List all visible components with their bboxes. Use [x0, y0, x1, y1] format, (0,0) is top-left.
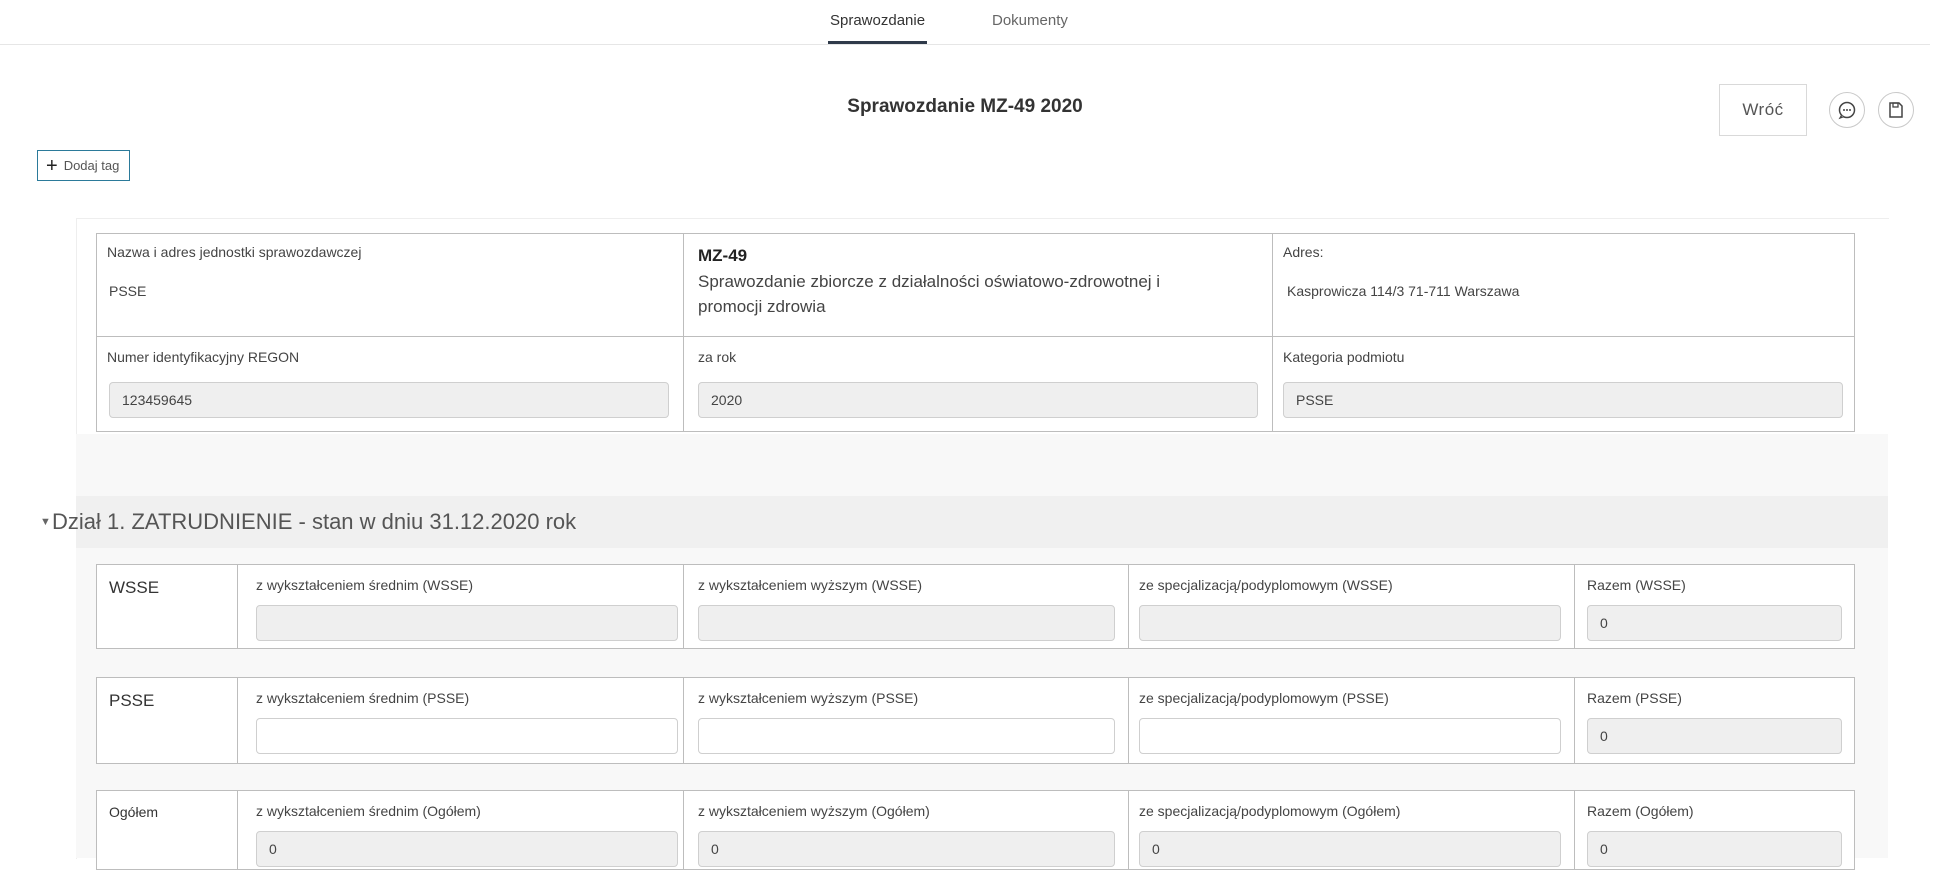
caret-down-icon: ▼ [40, 516, 51, 528]
field-label: z wykształceniem wyższym (PSSE) [698, 690, 919, 706]
tab-sprawozdanie[interactable]: Sprawozdanie [827, 12, 928, 44]
row-label-wsse: WSSE [109, 578, 160, 597]
row-label-cell: Ogółem [96, 790, 238, 870]
row-label-cell: WSSE [96, 564, 238, 649]
field-label: ze specjalizacją/podyplomowym (Ogółem) [1139, 803, 1401, 819]
address-label: Adres: [1283, 244, 1324, 260]
field-cell: z wykształceniem wyższym (PSSE) [683, 677, 1129, 764]
section-header[interactable]: ▼ Dział 1. ZATRUDNIENIE - stan w dniu 31… [40, 496, 1888, 548]
address-cell: Adres: Kasprowicza 114/3 71-711 Warszawa [1272, 233, 1855, 337]
unit-cell: Nazwa i adres jednostki sprawozdawczej P… [96, 233, 684, 337]
unit-label: Nazwa i adres jednostki sprawozdawczej [107, 244, 362, 260]
regon-field[interactable]: 123459645 [109, 382, 669, 418]
year-cell: za rok 2020 [683, 336, 1273, 432]
field-label: z wykształceniem średnim (WSSE) [256, 577, 474, 593]
add-tag-label: Dodaj tag [63, 158, 120, 173]
year-field[interactable]: 2020 [698, 382, 1258, 418]
comment-button[interactable] [1829, 92, 1865, 128]
row-label-psse: PSSE [109, 691, 155, 710]
wsse-srednie-field[interactable] [256, 605, 678, 641]
field-cell: z wykształceniem wyższym (Ogółem) 0 [683, 790, 1129, 870]
wsse-razem-field[interactable]: 0 [1587, 605, 1842, 641]
field-label: Razem (WSSE) [1587, 577, 1686, 593]
tab-dokumenty[interactable]: Dokumenty [992, 12, 1068, 29]
form-description: Sprawozdanie zbiorcze z działalności ośw… [698, 272, 1161, 316]
psse-wyzsze-field[interactable] [698, 718, 1115, 754]
field-cell: Razem (PSSE) 0 [1574, 677, 1855, 764]
plus-icon: + [46, 154, 58, 177]
field-label: z wykształceniem średnim (PSSE) [256, 690, 470, 706]
add-tag-button[interactable]: + Dodaj tag [37, 150, 131, 181]
field-cell: ze specjalizacją/podyplomowym (WSSE) [1128, 564, 1575, 649]
field-label: ze specjalizacją/podyplomowym (WSSE) [1139, 577, 1393, 593]
ogolem-specjalizacja-field[interactable]: 0 [1139, 831, 1561, 867]
wsse-wyzsze-field[interactable] [698, 605, 1115, 641]
field-label: z wykształceniem wyższym (WSSE) [698, 577, 923, 593]
ogolem-wyzsze-field[interactable]: 0 [698, 831, 1115, 867]
field-label: Razem (Ogółem) [1587, 803, 1694, 819]
chat-bubble-icon [1838, 101, 1856, 120]
category-field[interactable]: PSSE [1283, 382, 1843, 418]
field-cell: Razem (WSSE) 0 [1574, 564, 1855, 649]
psse-specjalizacja-field[interactable] [1139, 718, 1561, 754]
save-button[interactable] [1878, 92, 1914, 128]
category-label: Kategoria podmiotu [1283, 349, 1405, 365]
address-value: Kasprowicza 114/3 71-711 Warszawa [1287, 283, 1520, 299]
regon-cell: Numer identyfikacyjny REGON 123459645 [96, 336, 684, 432]
category-cell: Kategoria podmiotu PSSE [1272, 336, 1855, 432]
field-cell: Razem (Ogółem) 0 [1574, 790, 1855, 870]
unit-value: PSSE [109, 283, 147, 299]
field-cell: z wykształceniem średnim (PSSE) [237, 677, 684, 764]
back-button[interactable]: Wróć [1719, 84, 1807, 136]
page-title: Sprawozdanie MZ-49 2020 [847, 96, 1083, 117]
field-cell: ze specjalizacją/podyplomowym (PSSE) [1128, 677, 1575, 764]
field-label: ze specjalizacją/podyplomowym (PSSE) [1139, 690, 1389, 706]
field-cell: z wykształceniem średnim (Ogółem) 0 [237, 790, 684, 870]
form-code: MZ-49 [698, 246, 748, 265]
ogolem-srednie-field[interactable]: 0 [256, 831, 678, 867]
wsse-specjalizacja-field[interactable] [1139, 605, 1561, 641]
row-label-ogolem: Ogółem [109, 804, 159, 820]
tab-bar: Sprawozdanie Dokumenty [0, 0, 1930, 45]
psse-razem-field[interactable]: 0 [1587, 718, 1842, 754]
section-title: Dział 1. ZATRUDNIENIE - stan w dniu 31.1… [52, 509, 577, 534]
field-cell: z wykształceniem średnim (WSSE) [237, 564, 684, 649]
field-cell: ze specjalizacją/podyplomowym (Ogółem) 0 [1128, 790, 1575, 870]
year-label: za rok [698, 349, 737, 365]
field-label: z wykształceniem średnim (Ogółem) [256, 803, 481, 819]
psse-srednie-field[interactable] [256, 718, 678, 754]
regon-label: Numer identyfikacyjny REGON [107, 349, 300, 365]
field-label: z wykształceniem wyższym (Ogółem) [698, 803, 930, 819]
save-icon [1889, 102, 1903, 118]
form-cell: MZ-49 Sprawozdanie zbiorcze z działalnoś… [683, 233, 1273, 337]
row-label-cell: PSSE [96, 677, 238, 764]
field-cell: z wykształceniem wyższym (WSSE) [683, 564, 1129, 649]
field-label: Razem (PSSE) [1587, 690, 1682, 706]
ogolem-razem-field[interactable]: 0 [1587, 831, 1842, 867]
